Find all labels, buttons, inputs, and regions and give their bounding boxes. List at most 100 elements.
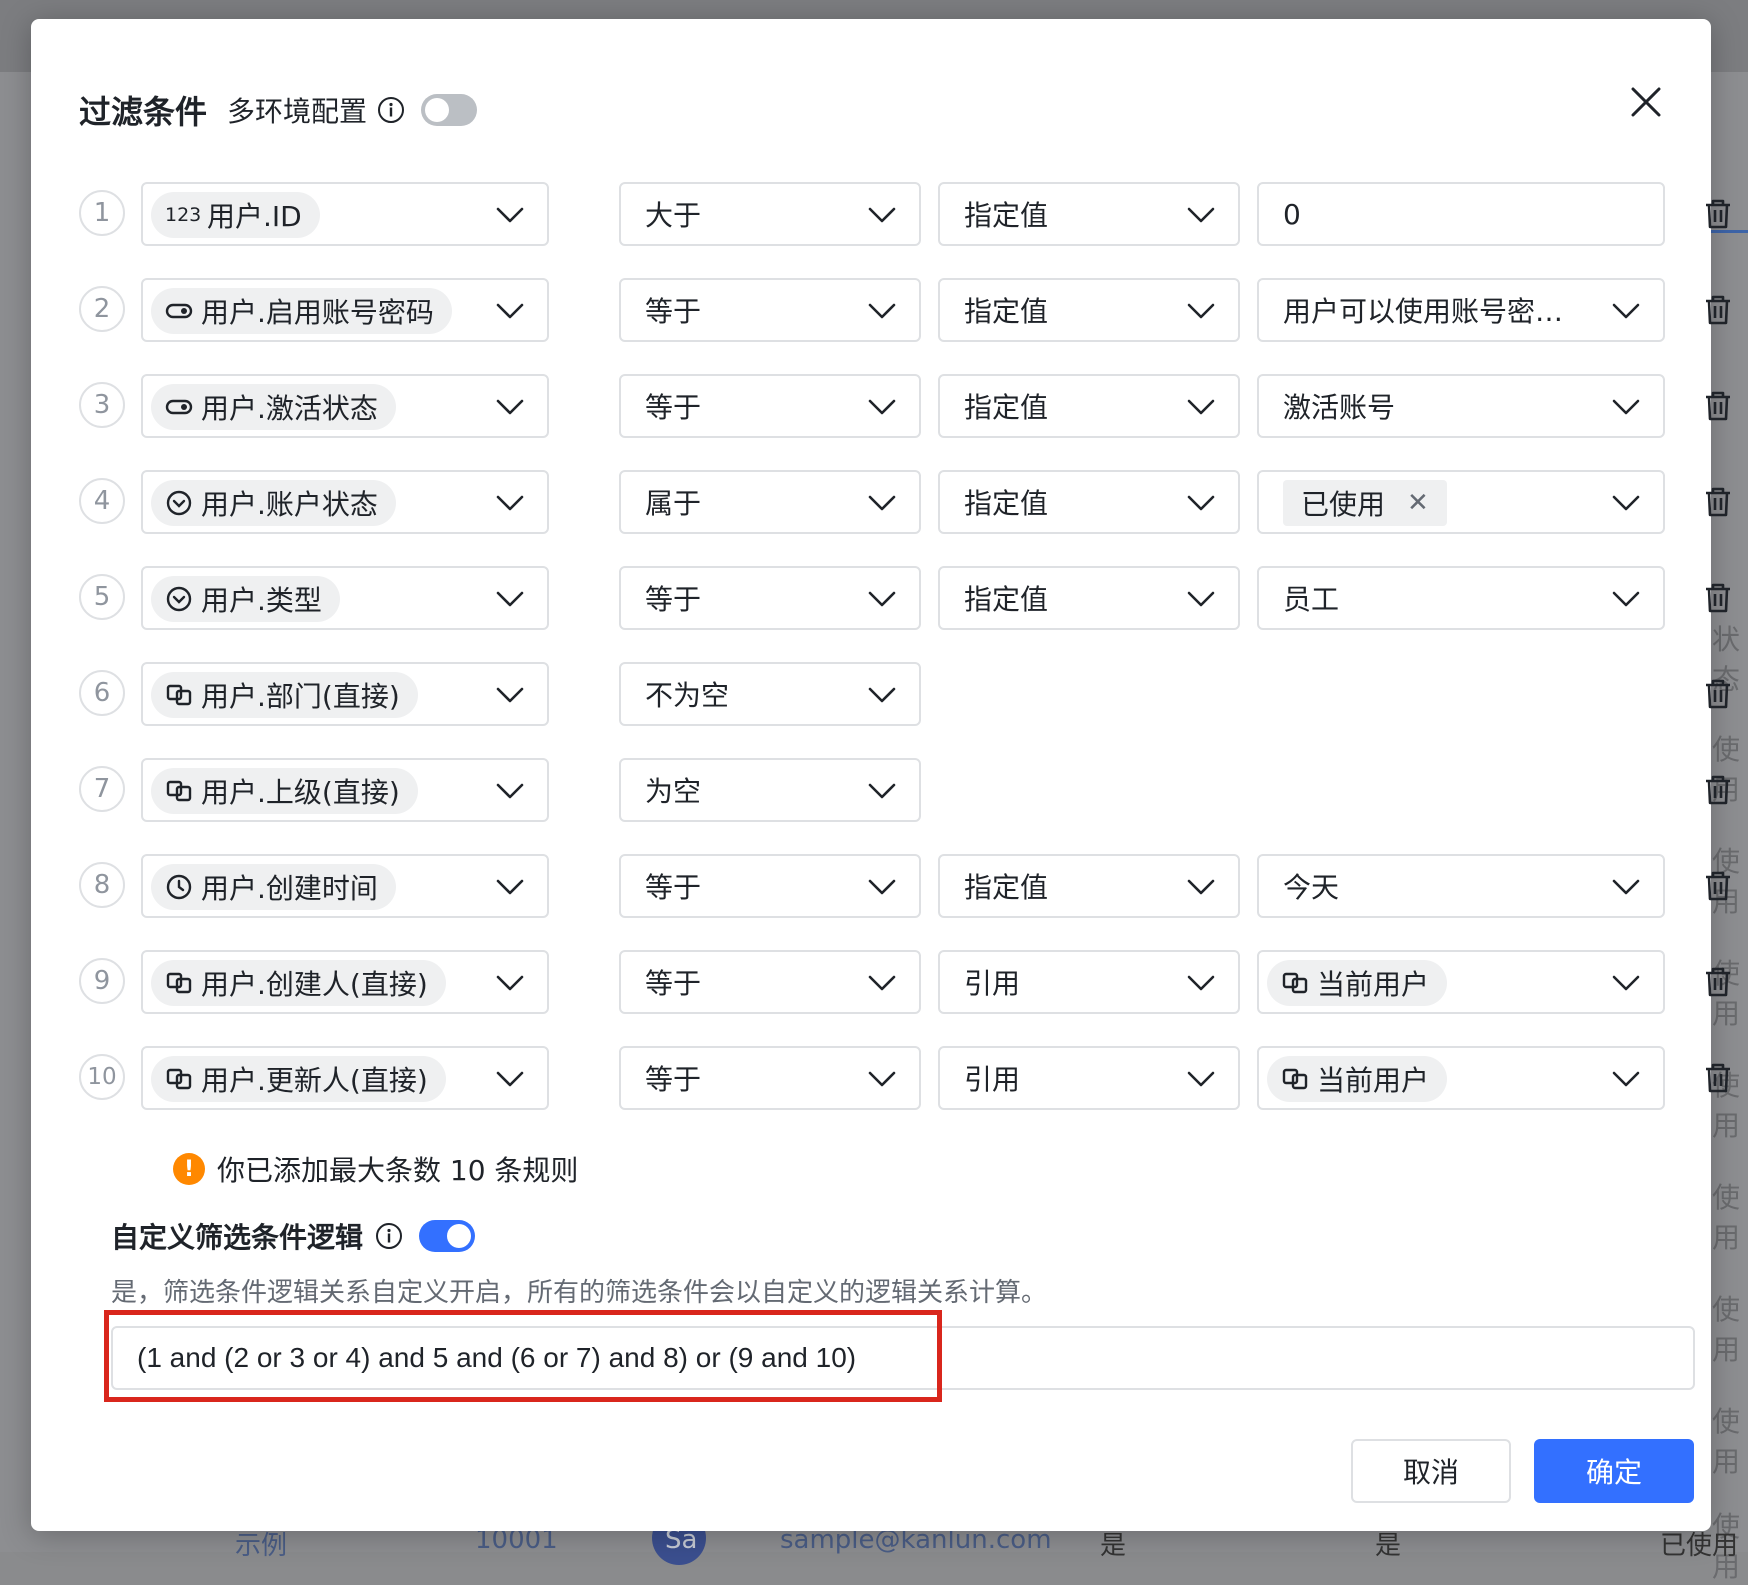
trash-icon[interactable] [1701, 197, 1735, 231]
value-type-select[interactable]: 引用 [938, 950, 1240, 1014]
trash-icon[interactable] [1701, 581, 1735, 615]
operator-select[interactable]: 等于 [619, 1046, 921, 1110]
background-text: 使用 [1712, 1405, 1741, 1478]
operator-label: 等于 [645, 295, 702, 328]
value-select[interactable]: 员工 [1257, 566, 1665, 630]
chevron-down-icon [496, 783, 524, 799]
field-label: 用户.ID [207, 200, 302, 233]
dialog-header: 过滤条件 多环境配置 [79, 74, 478, 146]
operator-label: 不为空 [645, 679, 730, 712]
row-number: 9 [79, 958, 125, 1004]
field-select[interactable]: 用户.部门(直接) [141, 662, 549, 726]
field-select[interactable]: 123 用户.ID [141, 182, 549, 246]
cancel-button[interactable]: 取消 [1351, 1439, 1511, 1503]
multi-env-label: 多环境配置 [227, 95, 368, 128]
confirm-button[interactable]: 确定 [1534, 1439, 1694, 1503]
value-type-select[interactable]: 引用 [938, 1046, 1240, 1110]
field-select[interactable]: 用户.启用账号密码 [141, 278, 549, 342]
value-select[interactable]: 用户可以使用账号密码... [1257, 278, 1665, 342]
trash-icon[interactable] [1701, 965, 1735, 999]
field-select[interactable]: 用户.激活状态 [141, 374, 549, 438]
trash-icon[interactable] [1701, 485, 1735, 519]
chevron-down-icon [1187, 303, 1215, 319]
trash-icon[interactable] [1701, 677, 1735, 711]
value-type-select[interactable]: 指定值 [938, 566, 1240, 630]
custom-logic-toggle[interactable] [419, 1220, 476, 1252]
multi-env-toggle[interactable] [421, 94, 478, 126]
toggle-icon [165, 303, 193, 319]
close-icon[interactable] [1629, 85, 1663, 119]
remove-tag-icon[interactable]: ✕ [1407, 488, 1429, 518]
condition-row: 4 用户.账户状态 属于 指定值 已使用 ✕ [79, 470, 1730, 534]
value-type-select[interactable]: 指定值 [938, 470, 1240, 534]
operator-select[interactable]: 等于 [619, 374, 921, 438]
field-tag: 用户.部门(直接) [151, 672, 418, 718]
warning-icon: ! [173, 1153, 205, 1185]
chevron-down-icon [1612, 975, 1640, 991]
operator-select[interactable]: 属于 [619, 470, 921, 534]
operator-select[interactable]: 等于 [619, 854, 921, 918]
field-select[interactable]: 用户.更新人(直接) [141, 1046, 549, 1110]
condition-row: 5 用户.类型 等于 指定值 员工 [79, 566, 1730, 630]
info-icon[interactable] [375, 1222, 403, 1250]
value-text: 用户可以使用账号密码... [1283, 295, 1583, 328]
trash-icon[interactable] [1701, 293, 1735, 327]
row-number: 2 [79, 286, 125, 332]
chevron-down-icon [868, 303, 896, 319]
field-label: 用户.部门(直接) [201, 680, 400, 713]
value-multi-select[interactable]: 已使用 ✕ [1257, 470, 1665, 534]
value-type-label: 指定值 [964, 871, 1049, 904]
field-tag: 用户.账户状态 [151, 480, 396, 526]
operator-label: 大于 [645, 199, 702, 232]
field-select[interactable]: 用户.类型 [141, 566, 549, 630]
value-text: 今天 [1283, 871, 1340, 904]
link-icon [166, 1068, 192, 1090]
operator-label: 等于 [645, 1063, 702, 1096]
clock-icon [166, 874, 192, 900]
field-select[interactable]: 用户.创建人(直接) [141, 950, 549, 1014]
trash-icon[interactable] [1701, 1061, 1735, 1095]
operator-select[interactable]: 等于 [619, 566, 921, 630]
field-select[interactable]: 用户.账户状态 [141, 470, 549, 534]
operator-select[interactable]: 大于 [619, 182, 921, 246]
field-label: 用户.创建人(直接) [201, 968, 428, 1001]
chevron-down-icon [1187, 1071, 1215, 1087]
value-type-select[interactable]: 指定值 [938, 182, 1240, 246]
value-text: 员工 [1283, 583, 1340, 616]
field-select[interactable]: 用户.上级(直接) [141, 758, 549, 822]
value-input[interactable]: 0 [1257, 182, 1665, 246]
value-ref-label: 当前用户 [1317, 1064, 1430, 1097]
chevron-down-icon [868, 591, 896, 607]
value-select[interactable]: 今天 [1257, 854, 1665, 918]
chevron-down-icon [496, 687, 524, 703]
value-ref-label: 当前用户 [1317, 968, 1430, 1001]
value-type-select[interactable]: 指定值 [938, 854, 1240, 918]
field-tag: 用户.创建时间 [151, 864, 396, 910]
operator-select[interactable]: 等于 [619, 278, 921, 342]
value-type-select[interactable]: 指定值 [938, 374, 1240, 438]
chevron-down-icon [868, 1071, 896, 1087]
chevron-down-icon [1187, 399, 1215, 415]
value-tag: 已使用 ✕ [1283, 480, 1447, 526]
value-reference-select[interactable]: 当前用户 [1257, 950, 1665, 1014]
number-123-icon: 123 [165, 204, 202, 226]
trash-icon[interactable] [1701, 389, 1735, 423]
operator-select[interactable]: 等于 [619, 950, 921, 1014]
trash-icon[interactable] [1701, 869, 1735, 903]
row-number: 4 [79, 478, 125, 524]
value-type-select[interactable]: 指定值 [938, 278, 1240, 342]
value-select[interactable]: 激活账号 [1257, 374, 1665, 438]
operator-select[interactable]: 为空 [619, 758, 921, 822]
value-reference-select[interactable]: 当前用户 [1257, 1046, 1665, 1110]
operator-select[interactable]: 不为空 [619, 662, 921, 726]
info-icon[interactable] [377, 96, 405, 124]
field-tag: 用户.上级(直接) [151, 768, 418, 814]
chevron-down-icon [1612, 303, 1640, 319]
value-ref-tag: 当前用户 [1267, 1056, 1448, 1102]
chevron-down-icon [1612, 879, 1640, 895]
value-text: 激活账号 [1283, 391, 1396, 424]
field-select[interactable]: 用户.创建时间 [141, 854, 549, 918]
trash-icon[interactable] [1701, 773, 1735, 807]
chevron-down-icon [1187, 591, 1215, 607]
value-text: 0 [1283, 197, 1301, 231]
